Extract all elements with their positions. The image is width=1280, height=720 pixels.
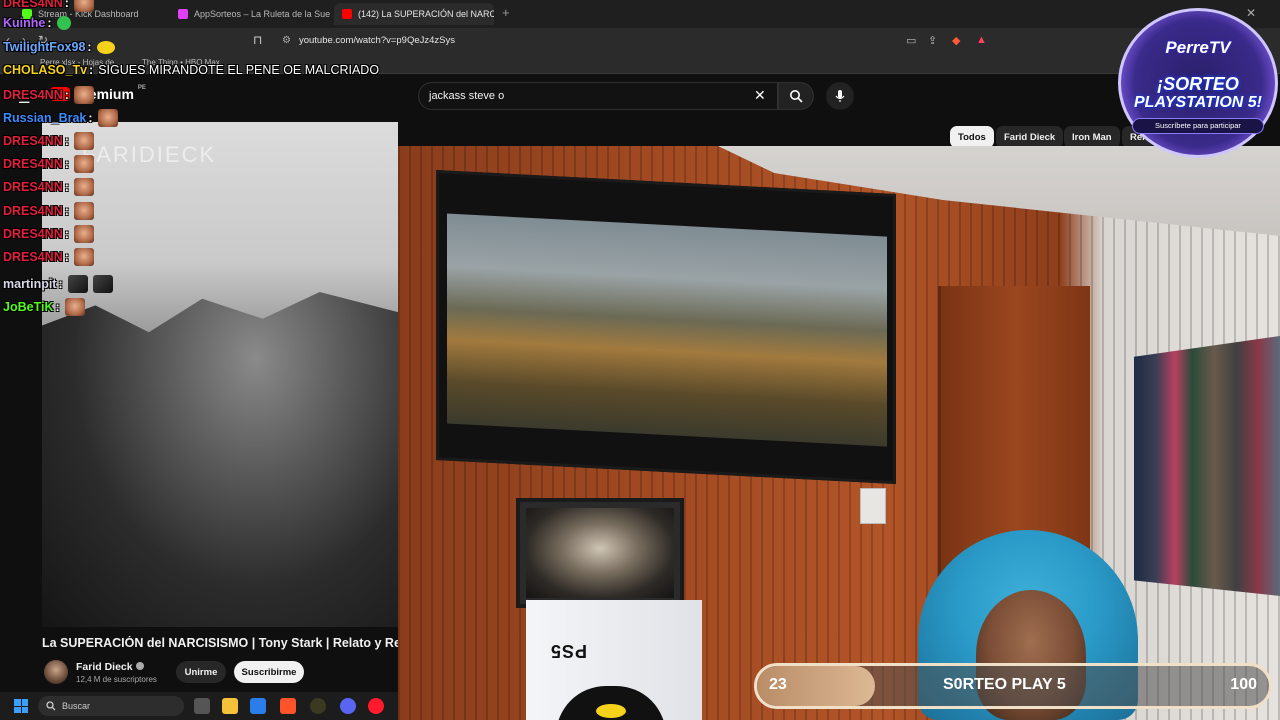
- country-code: PE: [137, 85, 146, 91]
- youtube-header: ☰ Premium PE jackass steve o ✕: [0, 74, 1280, 120]
- subscribe-button[interactable]: Suscribirme: [234, 661, 304, 683]
- bookmark-icon[interactable]: ⊓: [253, 33, 262, 47]
- microphone-icon: [835, 90, 845, 102]
- chip-farid-dieck[interactable]: Farid Dieck: [996, 126, 1064, 148]
- opera-icon[interactable]: [368, 698, 384, 714]
- new-tab-button[interactable]: +: [502, 5, 510, 20]
- logo-line-2: PLAYSTATION 5!: [1134, 94, 1262, 111]
- cast-icon[interactable]: ▭: [906, 34, 916, 47]
- giveaway-current: 23: [769, 676, 787, 693]
- youtube-play-icon: [50, 87, 70, 101]
- search-icon: [790, 90, 803, 103]
- url-text: youtube.com/watch?v=p9QeJz4zSys: [298, 35, 456, 46]
- batman-logo: [596, 704, 626, 718]
- tab-appsorteos[interactable]: AppSorteos – La Ruleta de la Suerte: [170, 3, 330, 25]
- search-button[interactable]: [778, 82, 814, 110]
- tv-screen: [447, 213, 887, 447]
- tab-label: Stream - Kick Dashboard: [38, 9, 139, 19]
- logo-line-1: ¡SORTEO: [1157, 74, 1239, 94]
- share-icon[interactable]: ⇪: [928, 34, 937, 47]
- wall-outlet: [860, 488, 886, 524]
- ps5-box-label: PS5: [550, 641, 588, 661]
- video-title: La SUPERACIÓN del NARCISISMO | Tony Star…: [42, 636, 398, 650]
- taskbar-search-placeholder: Buscar: [62, 701, 91, 711]
- windows-start-icon[interactable]: [14, 699, 28, 713]
- giveaway-label: S0RTEO PLAY 5: [943, 676, 1066, 693]
- tab-kick-dashboard[interactable]: Stream - Kick Dashboard: [14, 3, 164, 25]
- browser-tab-bar: Stream - Kick Dashboard AppSorteos – La …: [0, 0, 1280, 28]
- url-field[interactable]: ⚙ youtube.com/watch?v=p9QeJz4zSys: [276, 32, 996, 49]
- bookmark-sheet[interactable]: Perre.xlsx - Hojas de...: [40, 58, 121, 67]
- giveaway-progress-bar: 23 S0RTEO PLAY 5 100: [754, 663, 1272, 709]
- taskbar-search[interactable]: Buscar: [38, 696, 184, 716]
- television: [436, 169, 896, 485]
- back-icon[interactable]: ‹: [6, 33, 10, 47]
- app-icon[interactable]: [310, 698, 326, 714]
- logo-subtitle: Suscríbete para participar: [1132, 118, 1264, 134]
- search-input[interactable]: jackass steve o: [418, 82, 778, 110]
- taskbar: Buscar: [0, 692, 398, 720]
- task-view-icon[interactable]: [194, 698, 210, 714]
- menu-icon[interactable]: ☰: [18, 90, 31, 107]
- portrait-image: [526, 508, 674, 598]
- channel-name[interactable]: Farid Dieck: [76, 661, 144, 673]
- video-frame-rocks: [42, 292, 398, 627]
- voice-search-button[interactable]: [826, 82, 854, 110]
- youtube-icon: [342, 9, 352, 19]
- channel-name-text: Farid Dieck: [76, 661, 133, 673]
- rewards-icon[interactable]: ▲: [976, 34, 987, 46]
- logo-text: Premium: [74, 86, 134, 102]
- address-bar-row: ‹ › ↻ ⊓ ⚙ youtube.com/watch?v=p9QeJz4zSy…: [0, 28, 1280, 52]
- tab-youtube-video[interactable]: (142) La SUPERACIÓN del NARC ✕: [334, 3, 494, 25]
- channel-avatar[interactable]: [44, 660, 68, 684]
- search-value: jackass steve o: [429, 90, 505, 102]
- tab-label: AppSorteos – La Ruleta de la Suerte: [194, 9, 330, 19]
- video-player[interactable]: FARIDIECK: [42, 122, 398, 627]
- tab-label: (142) La SUPERACIÓN del NARC: [358, 9, 494, 19]
- chip-todos[interactable]: Todos: [950, 126, 994, 148]
- video-watermark: FARIDIECK: [82, 142, 217, 167]
- store-icon[interactable]: [250, 698, 266, 714]
- forward-icon[interactable]: ›: [22, 33, 26, 47]
- chip-iron-man[interactable]: Iron Man: [1064, 126, 1120, 148]
- discord-icon[interactable]: [340, 698, 356, 714]
- clear-search-icon[interactable]: ✕: [754, 87, 766, 104]
- youtube-logo[interactable]: Premium PE: [50, 85, 146, 102]
- giveaway-logo: PerreTV ¡SORTEO PLAYSTATION 5! Suscríbet…: [1118, 8, 1278, 158]
- bookmarks-bar: Perre.xlsx - Hojas de... The Thing • HBO…: [0, 52, 1280, 74]
- search-icon: [46, 701, 56, 711]
- join-button[interactable]: Unirme: [176, 661, 226, 683]
- clothes-rack: [1134, 336, 1280, 596]
- stream-screen: Stream - Kick Dashboard AppSorteos – La …: [0, 0, 1280, 720]
- giveaway-goal: 100: [1230, 676, 1257, 693]
- file-explorer-icon[interactable]: [222, 698, 238, 714]
- portrait-frame: [516, 498, 684, 608]
- brave-shield-icon[interactable]: ◆: [952, 34, 960, 47]
- kick-icon: [22, 9, 32, 19]
- reload-icon[interactable]: ↻: [38, 33, 48, 47]
- appsorteos-icon: [178, 9, 188, 19]
- verified-icon: [135, 662, 144, 670]
- logo-brand: PerreTV: [1165, 38, 1231, 57]
- subscriber-count: 12,4 M de suscriptores: [76, 675, 157, 684]
- navigation-buttons: ‹ › ↻: [6, 33, 48, 47]
- bookmark-hbo[interactable]: The Thing • HBO Max: [142, 58, 220, 67]
- webcam-overlay: PS5: [398, 146, 1280, 720]
- brave-icon[interactable]: [280, 698, 296, 714]
- site-info-icon[interactable]: ⚙: [282, 35, 291, 46]
